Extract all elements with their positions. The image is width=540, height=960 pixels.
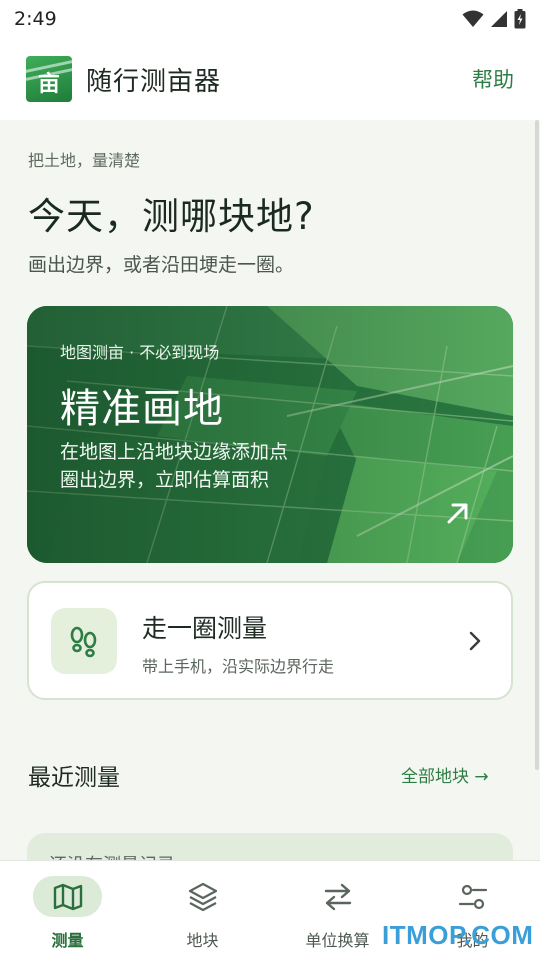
- status-bar: 2:49: [0, 0, 540, 38]
- chevron-right-icon: [469, 631, 481, 651]
- hero-description: 在地图上沿地块边缘添加点 圈出边界，立即估算面积: [60, 438, 380, 494]
- footprints-icon: [70, 626, 97, 658]
- app-logo-glyph: 亩: [37, 72, 60, 97]
- map-measure-card[interactable]: 地图测亩 · 不必到现场 精准画地 在地图上沿地块边缘添加点 圈出边界，立即估算…: [27, 306, 513, 563]
- intro-eyebrow: 把土地，量清楚: [28, 151, 141, 170]
- intro-subline: 画出边界，或者沿田埂走一圈。: [28, 254, 295, 276]
- watermark: ITMOP.COM: [382, 920, 534, 950]
- hero-eyebrow: 地图测亩 · 不必到现场: [60, 343, 220, 362]
- all-plots-link[interactable]: 全部地块 →: [401, 762, 489, 787]
- status-time: 2:49: [14, 8, 57, 30]
- layers-icon: [188, 882, 218, 912]
- walk-card-subtitle: 带上手机，沿实际边界行走: [142, 657, 335, 676]
- hero-title: 精准画地: [60, 386, 224, 432]
- recent-empty-card: 还没有测量记录: [27, 833, 513, 860]
- nav-item-measure[interactable]: 测量: [0, 861, 135, 960]
- battery-icon: [514, 9, 526, 29]
- nav-label-measure: 测量: [51, 931, 84, 950]
- app-logo: 亩: [26, 56, 72, 102]
- nav-item-plots[interactable]: 地块: [135, 861, 270, 960]
- arrow-up-right-icon: [447, 503, 468, 524]
- nav-label-plots: 地块: [186, 931, 219, 950]
- walk-measure-card[interactable]: 走一圈测量 带上手机，沿实际边界行走: [27, 581, 513, 700]
- help-button[interactable]: 帮助: [472, 64, 514, 94]
- map-icon: [53, 883, 83, 911]
- swap-arrows-icon: [324, 883, 352, 911]
- walk-card-title: 走一圈测量: [142, 614, 268, 643]
- hero-desc-line-1: 在地图上沿地块边缘添加点: [60, 441, 289, 463]
- page-headline: 今天，测哪块地?: [28, 195, 315, 238]
- sliders-icon: [458, 884, 488, 910]
- scrollbar[interactable]: [535, 120, 539, 770]
- empty-state-text: 还没有测量记录: [49, 851, 175, 860]
- recent-section-title: 最近测量: [28, 765, 120, 791]
- main-content[interactable]: 把土地，量清楚 今天，测哪块地? 画出边界，或者沿田埂走一圈。 地图测亩 · 不…: [0, 120, 540, 860]
- app-bar: 亩 随行测亩器 帮助: [0, 38, 540, 120]
- hero-desc-line-2: 圈出边界，立即估算面积: [60, 469, 270, 491]
- app-title: 随行测亩器: [86, 66, 222, 97]
- walk-icon-container: [51, 608, 117, 674]
- status-icons: [462, 9, 526, 29]
- signal-icon: [491, 11, 507, 27]
- wifi-icon: [462, 10, 484, 27]
